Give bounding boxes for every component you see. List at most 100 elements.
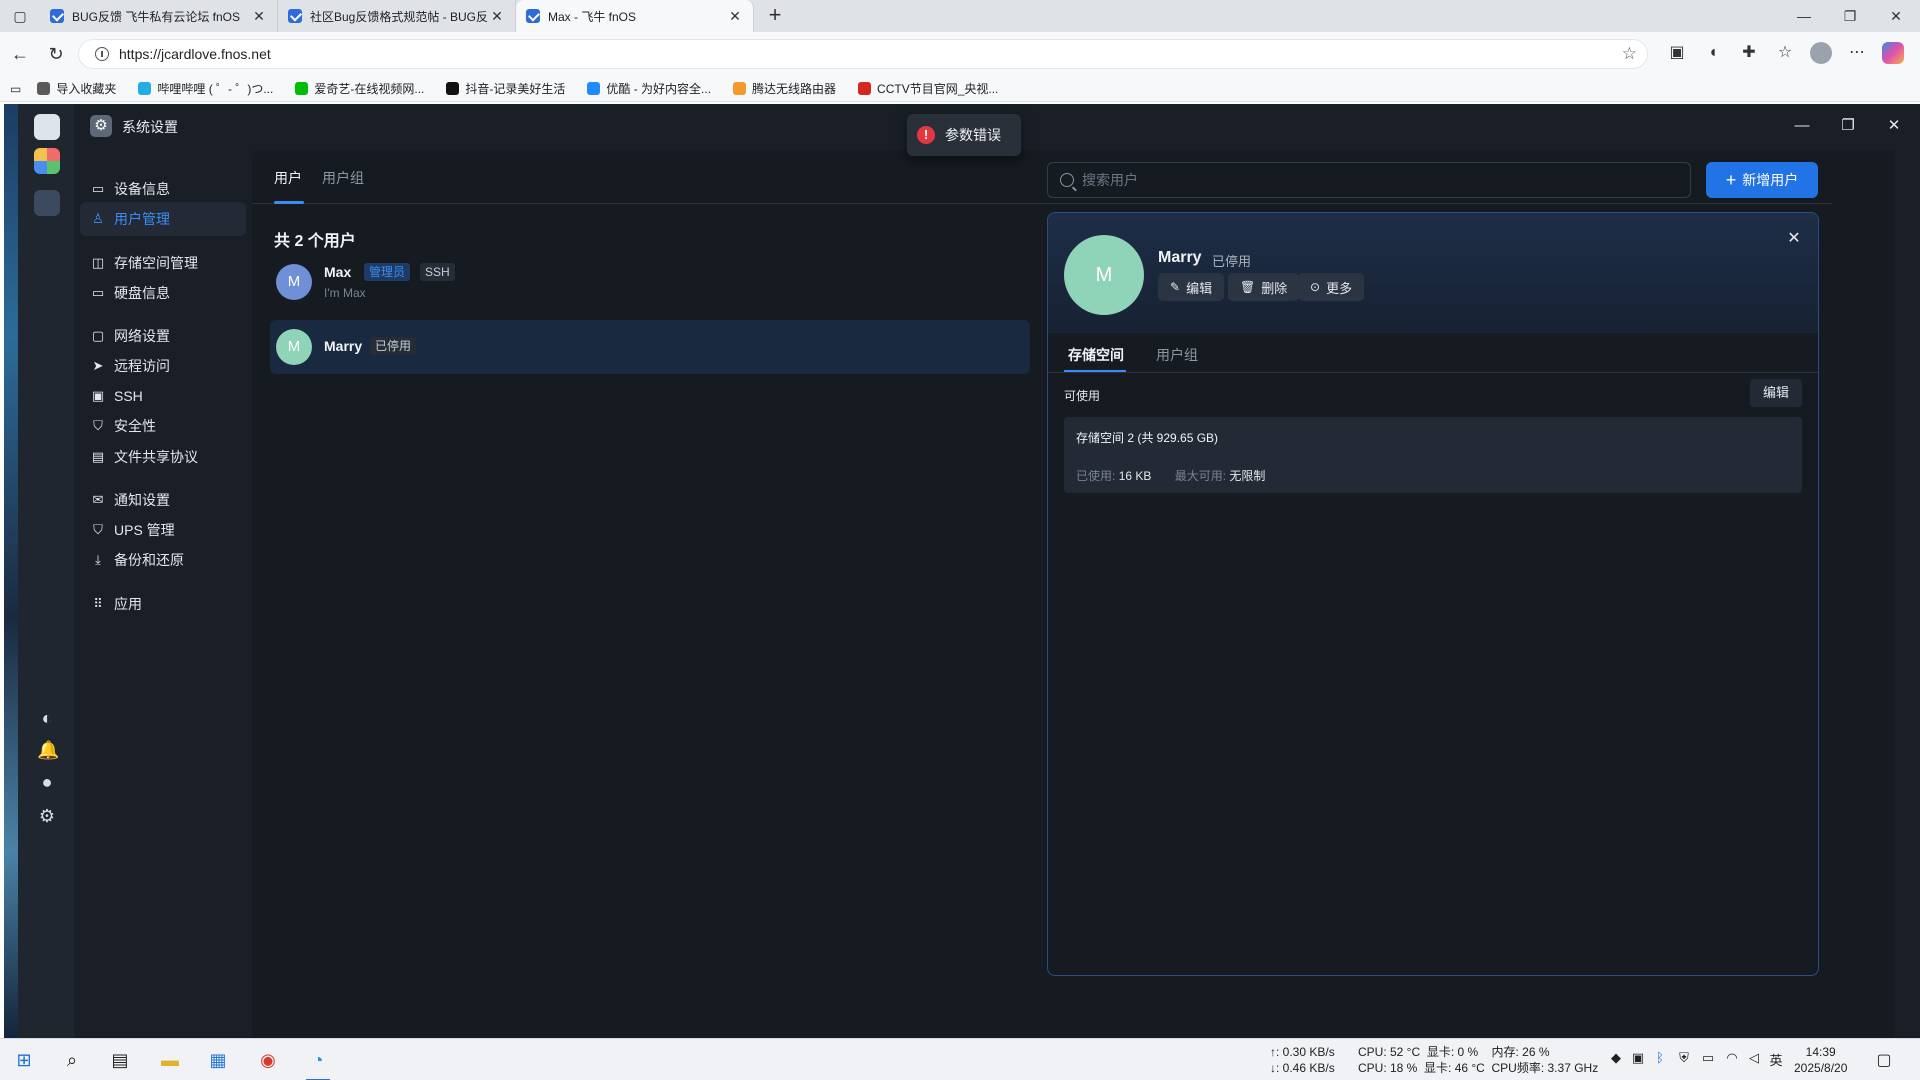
clock-time: 14:39 xyxy=(1805,1045,1836,1059)
file-explorer-icon[interactable]: ▬ xyxy=(158,1048,182,1072)
storage-name: 存储空间 2 (共 929.65 GB) xyxy=(1076,431,1219,445)
bookmark-favicon-icon xyxy=(587,82,601,95)
bookmark-item[interactable]: CCTV节目官网_央视... xyxy=(858,80,998,97)
sidebar-item-apps[interactable]: ⠿ 应用 xyxy=(80,587,246,621)
store-icon[interactable]: ▦ xyxy=(206,1048,230,1072)
profile-icon[interactable] xyxy=(1810,42,1832,64)
bookmark-item[interactable]: 哔哩哔哩 ( ゜- ゜)つ... xyxy=(138,80,273,97)
browser-tab-1[interactable]: BUG反馈 飞牛私有云论坛 fnOS ✕ xyxy=(40,0,278,32)
search-field[interactable] xyxy=(1047,162,1691,198)
sidebar-item-label: 用户管理 xyxy=(114,211,170,227)
sync-icon[interactable]: ◐ xyxy=(37,708,57,728)
sidebar-item-shield[interactable]: ⛉ 安全性 xyxy=(80,409,246,443)
refresh-icon[interactable]: ↻ xyxy=(44,42,68,66)
maximize-icon[interactable]: ❐ xyxy=(1838,116,1858,136)
copilot-icon[interactable] xyxy=(1882,42,1904,64)
close-tab-icon[interactable]: ✕ xyxy=(251,8,267,25)
user-icon[interactable]: ● xyxy=(37,772,57,792)
ime-indicator[interactable]: 英 xyxy=(1768,1050,1784,1068)
sidebar-item-label: 设备信息 xyxy=(114,181,170,197)
tab-detail-user-groups[interactable]: 用户组 xyxy=(1156,345,1198,365)
battery-icon[interactable]: ▭ xyxy=(1700,1050,1716,1068)
sidebar-item-ssh[interactable]: ▣ SSH xyxy=(80,379,246,413)
sidebar-item-mail[interactable]: ✉ 通知设置 xyxy=(80,483,246,517)
tab-storage[interactable]: 存储空间 xyxy=(1068,345,1124,365)
close-icon[interactable]: ✕ xyxy=(1884,116,1904,136)
tray-app-icon[interactable]: ◆ xyxy=(1608,1050,1624,1068)
close-window-icon[interactable]: ✕ xyxy=(1886,6,1906,26)
read-aloud-icon[interactable]: ◖ xyxy=(1702,42,1724,64)
bookmark-favicon-icon xyxy=(138,82,152,95)
bookmark-item[interactable]: 优酷 - 为好内容全... xyxy=(587,80,711,97)
bell-icon[interactable]: 🔔 xyxy=(37,740,59,760)
edge-icon[interactable]: ◔ xyxy=(306,1048,330,1080)
delete-button[interactable]: 🗑 删除 xyxy=(1228,273,1300,301)
favorites-icon[interactable]: ☆ xyxy=(1774,42,1796,64)
browser-tab-3-active[interactable]: Max - 飞牛 fnOS ✕ xyxy=(516,0,754,32)
sidebar-item-file-share[interactable]: ▤ 文件共享协议 xyxy=(80,440,246,474)
address-bar[interactable]: https://jcardlove.fnos.net ☆ xyxy=(78,39,1648,69)
sidebar-item-label: 存储空间管理 xyxy=(114,255,198,271)
gear-icon[interactable]: ⚙ xyxy=(37,806,57,826)
extensions-icon[interactable]: ✚ xyxy=(1738,42,1760,64)
network-speed: ↑: 0.30 KB/s ↓: 0.46 KB/s xyxy=(1270,1044,1335,1076)
task-view-icon[interactable]: ▤ xyxy=(108,1048,132,1072)
nvidia-icon[interactable]: ▣ xyxy=(1630,1050,1646,1068)
favorite-star-icon[interactable]: ☆ xyxy=(1622,44,1637,64)
device-icon: ▭ xyxy=(91,181,105,196)
site-info-icon[interactable] xyxy=(95,47,109,61)
bookmarks-menu-icon[interactable]: ▭ xyxy=(10,82,21,96)
ssh-badge: SSH xyxy=(420,263,455,281)
notifications-icon[interactable]: ▢ xyxy=(1876,1050,1892,1069)
user-row-marry[interactable]: M Marry 已停用 xyxy=(270,320,1030,374)
close-tab-icon[interactable]: ✕ xyxy=(489,8,505,25)
storage-icon: ◫ xyxy=(91,255,105,270)
minimize-window-icon[interactable]: — xyxy=(1794,6,1814,26)
add-user-button[interactable]: + 新增用户 xyxy=(1706,162,1818,198)
tab-users[interactable]: 用户 xyxy=(274,168,302,188)
sidebar-item-device[interactable]: ▭ 设备信息 xyxy=(80,172,246,206)
restore-window-icon[interactable]: ❐ xyxy=(1840,6,1860,26)
tab-actions-icon[interactable]: ▢ xyxy=(10,6,30,26)
start-icon[interactable]: ⊞ xyxy=(12,1048,36,1072)
sidebar-item-remote[interactable]: ➤ 远程访问 xyxy=(80,349,246,383)
volume-icon[interactable]: ◁ xyxy=(1746,1050,1762,1068)
monitor-app-icon[interactable] xyxy=(34,114,60,140)
more-menu-icon[interactable]: ⋯ xyxy=(1846,42,1868,64)
settings-app-icon[interactable] xyxy=(34,190,60,216)
browser-tab-2[interactable]: 社区Bug反馈格式规范帖 - BUG反 ✕ xyxy=(278,0,516,32)
sidebar-item-storage[interactable]: ◫ 存储空间管理 xyxy=(80,246,246,280)
error-icon: ! xyxy=(917,126,935,144)
bookmark-item[interactable]: 腾达无线路由器 xyxy=(733,80,836,97)
search-input[interactable] xyxy=(1082,172,1662,188)
edit-storage-button[interactable]: 编辑 xyxy=(1750,379,1802,407)
app-center-icon[interactable] xyxy=(34,148,60,174)
clock[interactable]: 14:39 2025/8/20 xyxy=(1794,1044,1847,1076)
search-icon[interactable]: ⌕ xyxy=(60,1048,84,1072)
bookmark-item[interactable]: 抖音-记录美好生活 xyxy=(446,80,565,97)
back-icon[interactable]: ← xyxy=(8,42,32,66)
sidebar-item-network[interactable]: ▢ 网络设置 xyxy=(80,319,246,353)
edit-button[interactable]: ✎ 编辑 xyxy=(1158,273,1225,301)
close-panel-icon[interactable]: ✕ xyxy=(1784,229,1804,249)
sidebar-item-backup[interactable]: ⤓ 备份和还原 xyxy=(80,543,246,577)
sidebar-item-ups[interactable]: ⛉ UPS 管理 xyxy=(80,513,246,547)
sidebar-item-disk[interactable]: ▭ 硬盘信息 xyxy=(80,276,246,310)
new-tab-button[interactable]: + xyxy=(760,1,790,31)
bookmark-item[interactable]: 爱奇艺-在线视频网... xyxy=(295,80,424,97)
security-icon[interactable]: ⛨ xyxy=(1676,1050,1692,1068)
wifi-icon[interactable]: ◠ xyxy=(1724,1050,1740,1068)
bookmark-label: 腾达无线路由器 xyxy=(752,82,837,96)
toast-message: 参数错误 xyxy=(945,127,1001,143)
chrome-icon[interactable]: ◉ xyxy=(256,1048,280,1072)
user-row-max[interactable]: M Max 管理员 SSH I'm Max xyxy=(270,254,1030,310)
bookmark-item[interactable]: 导入收藏夹 xyxy=(37,80,116,97)
bluetooth-icon[interactable]: ᛒ xyxy=(1652,1050,1668,1068)
collections-icon[interactable]: ▣ xyxy=(1666,42,1688,64)
minimize-icon[interactable]: — xyxy=(1792,116,1812,136)
close-tab-icon[interactable]: ✕ xyxy=(727,8,743,25)
more-button[interactable]: ⊙ 更多 xyxy=(1298,273,1365,301)
sidebar-item-user[interactable]: ♙ 用户管理 xyxy=(80,202,246,236)
clock-date: 2025/8/20 xyxy=(1794,1061,1848,1075)
tab-user-groups[interactable]: 用户组 xyxy=(322,168,364,188)
